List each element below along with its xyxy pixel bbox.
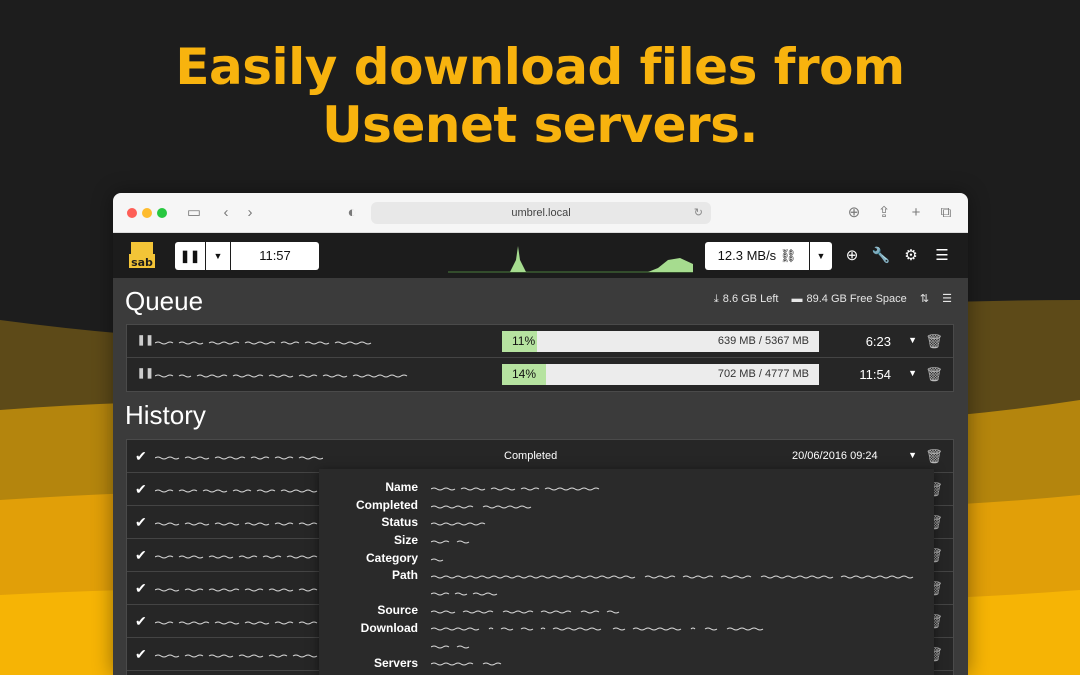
shield-icon: ◐ <box>343 204 361 222</box>
history-details-panel: Name Completed Status Size Category Path… <box>319 469 934 675</box>
detail-label-completed: Completed <box>356 498 418 512</box>
disk-icon: ▬ <box>792 293 803 305</box>
sort-icon[interactable]: ⇅ <box>920 293 929 305</box>
trash-icon[interactable]: 🗑 <box>925 448 943 465</box>
detail-label-source: Source <box>377 603 418 617</box>
progress-percent: 11% <box>512 331 535 352</box>
trash-icon[interactable]: 🗑 <box>925 366 943 383</box>
queue-row[interactable]: ❚❚ 11% 639 MB / 5367 MB 6:23 ▼ 🗑 <box>127 325 953 358</box>
detail-label-name: Name <box>385 480 418 494</box>
sabnzbd-logo[interactable]: sab <box>125 238 159 272</box>
download-icon[interactable]: ⊕ <box>845 204 863 222</box>
history-filename-redacted <box>155 555 320 559</box>
share-icon[interactable]: ⇪ <box>875 204 893 222</box>
logo-text: sab <box>131 256 153 269</box>
tabs-icon[interactable]: ⧉ <box>937 204 955 222</box>
pause-timer: 11:57 <box>231 242 319 270</box>
minimize-window-button[interactable] <box>142 208 152 218</box>
queue-list: ❚❚ 11% 639 MB / 5367 MB 6:23 ▼ 🗑 ❚❚ 14% … <box>126 324 954 392</box>
detail-label-path: Path <box>392 568 418 582</box>
detail-label-size: Size <box>394 533 418 547</box>
detail-label-servers: Servers <box>374 656 418 670</box>
download-left-icon: ⤓ <box>714 293 719 305</box>
zoom-window-button[interactable] <box>157 208 167 218</box>
chevron-down-icon[interactable]: ▼ <box>908 450 917 460</box>
progress-size: 639 MB / 5367 MB <box>718 331 809 352</box>
history-filename-redacted <box>155 456 323 460</box>
speed-dropdown-button[interactable]: ▼ <box>810 242 832 270</box>
queue-free-space: 89.4 GB Free Space <box>807 293 907 305</box>
list-view-icon[interactable]: ☰ <box>942 293 952 305</box>
check-icon: ✔ <box>135 481 147 498</box>
reload-icon[interactable]: ↻ <box>694 202 703 224</box>
pause-dropdown-button[interactable]: ▼ <box>206 242 230 270</box>
trash-icon[interactable]: 🗑 <box>925 333 943 350</box>
new-tab-icon[interactable]: + <box>907 204 925 222</box>
history-date: 20/06/2016 09:24 <box>792 450 878 462</box>
pause-item-icon[interactable]: ❚❚ <box>137 368 154 379</box>
check-icon: ✔ <box>135 613 147 630</box>
close-window-button[interactable] <box>127 208 137 218</box>
headline-line-1: Easily download files from <box>0 38 1080 96</box>
pause-button[interactable]: ❚❚ <box>175 242 205 270</box>
history-title: History <box>125 400 206 431</box>
progress-size: 702 MB / 4777 MB <box>718 364 809 385</box>
progress-percent: 14% <box>512 364 536 385</box>
pause-item-icon[interactable]: ❚❚ <box>137 335 154 346</box>
detail-label-category: Category <box>366 551 418 565</box>
headline: Easily download files from Usenet server… <box>0 38 1080 154</box>
back-icon[interactable]: ‹ <box>217 204 235 222</box>
link-icon: ⛓ <box>780 248 797 263</box>
history-filename-redacted <box>155 588 320 592</box>
speed-sparkline <box>448 238 693 273</box>
history-filename-redacted <box>155 489 320 493</box>
queue-filename-redacted <box>155 374 410 378</box>
url-text: umbrel.local <box>511 207 570 219</box>
forward-icon[interactable]: › <box>241 204 259 222</box>
sab-toolbar: sab ❚❚ ▼ 11:57 12.3 MB/s ⛓ ▼ ⊕ 🔧 ⚙ ☰ <box>113 233 968 278</box>
queue-stats: ⤓ 8.6 GB Left ▬ 89.4 GB Free Space ⇅ ☰ <box>704 292 952 306</box>
history-filename-redacted <box>155 654 320 658</box>
speed-value: 12.3 MB/s <box>718 248 777 263</box>
queue-filename-redacted <box>155 341 375 345</box>
detail-label-download: Download <box>361 621 418 635</box>
queue-progress-bar: 11% 639 MB / 5367 MB <box>502 331 819 352</box>
detail-values-redacted <box>431 483 921 673</box>
history-filename-redacted <box>155 621 320 625</box>
queue-title: Queue <box>125 286 203 317</box>
headline-line-2: Usenet servers. <box>0 96 1080 154</box>
check-icon: ✔ <box>135 448 147 465</box>
browser-chrome: ▭ ‹ › ◐ umbrel.local ↻ ⊕ ⇪ + ⧉ <box>113 193 968 233</box>
add-icon[interactable]: ⊕ <box>841 245 863 267</box>
queue-eta: 6:23 <box>866 334 891 349</box>
check-icon: ✔ <box>135 514 147 531</box>
history-filename-redacted <box>155 522 320 526</box>
chevron-down-icon[interactable]: ▼ <box>908 368 917 378</box>
sidebar-icon[interactable]: ▭ <box>185 204 203 222</box>
detail-label-status: Status <box>381 515 418 529</box>
check-icon: ✔ <box>135 547 147 564</box>
menu-icon[interactable]: ☰ <box>931 245 953 267</box>
queue-left: 8.6 GB Left <box>723 293 779 305</box>
queue-progress-bar: 14% 702 MB / 4777 MB <box>502 364 819 385</box>
history-status: Completed <box>504 450 557 462</box>
queue-eta: 11:54 <box>859 367 891 382</box>
check-icon: ✔ <box>135 580 147 597</box>
speed-display[interactable]: 12.3 MB/s ⛓ <box>705 242 809 270</box>
chevron-down-icon[interactable]: ▼ <box>908 335 917 345</box>
check-icon: ✔ <box>135 646 147 663</box>
gear-icon[interactable]: ⚙ <box>900 245 922 267</box>
queue-row[interactable]: ❚❚ 14% 702 MB / 4777 MB 11:54 ▼ 🗑 <box>127 358 953 391</box>
address-bar[interactable]: umbrel.local ↻ <box>371 202 711 224</box>
wrench-icon[interactable]: 🔧 <box>870 245 892 267</box>
